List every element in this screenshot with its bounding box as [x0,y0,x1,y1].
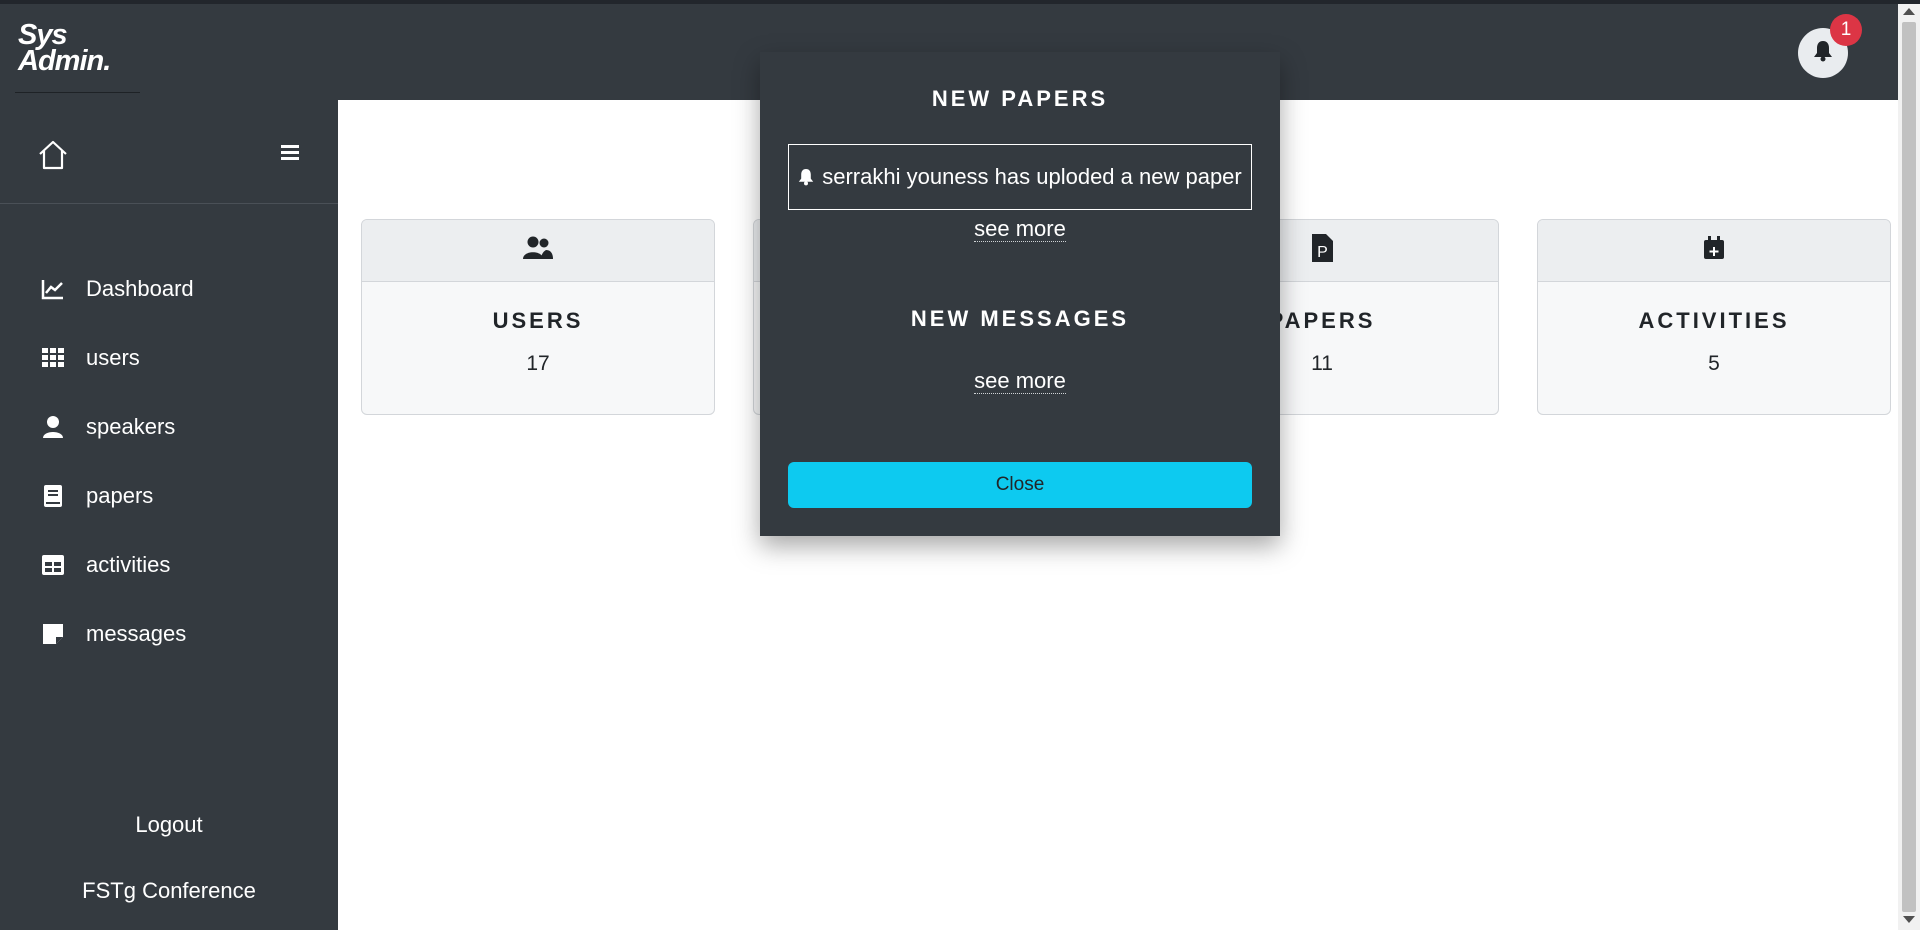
stat-card-activities: ACTIVITIES 5 [1537,219,1891,415]
new-messages-heading: NEW MESSAGES [910,306,1130,331]
notification-count-badge: 1 [1830,14,1862,46]
sidebar-item-papers[interactable]: papers [0,461,338,530]
users-icon [522,235,554,266]
logo-divider [15,92,140,93]
svg-text:P: P [1317,244,1328,261]
scroll-up-arrow-icon[interactable] [1903,8,1915,15]
sidebar-item-users[interactable]: users [0,323,338,392]
table-icon [40,552,66,578]
stat-card-header [362,220,714,282]
stat-card-users: USERS 17 [361,219,715,415]
footer-brand: FSTg Conference [82,878,256,903]
sidebar-divider [0,203,338,204]
stat-card-header [1538,220,1890,282]
menu-toggle-icon[interactable] [278,140,302,164]
bell-icon [798,168,814,186]
see-more-messages-link[interactable]: see more [760,368,1280,394]
app-logo[interactable]: Sys Admin. [18,21,140,92]
logo-line-2: Admin. [18,45,111,77]
sidebar-item-label: papers [86,482,154,508]
scrollbar-thumb[interactable] [1902,22,1916,912]
sidebar-item-speakers[interactable]: speakers [0,392,338,461]
see-more-papers-label[interactable]: see more [974,216,1066,242]
stat-card-value: 5 [1708,352,1720,375]
stat-card-title: USERS [492,308,584,333]
scroll-down-arrow-icon[interactable] [1903,916,1915,923]
chart-line-icon [40,276,66,302]
calendar-plus-icon [1703,236,1725,265]
home-icon[interactable] [36,138,70,172]
close-button[interactable]: Close [788,462,1252,508]
stat-card-value: 17 [526,352,550,375]
see-more-messages-label[interactable]: see more [974,368,1066,394]
sidebar-item-messages[interactable]: messages [0,599,338,668]
user-icon [40,414,66,440]
notifications-popup: NEW PAPERS serrakhi youness has uploded … [760,52,1280,536]
sticky-note-icon [40,621,66,647]
see-more-papers-link[interactable]: see more [760,216,1280,242]
grid-icon [40,345,66,371]
sidebar-item-dashboard[interactable]: Dashboard [0,254,338,323]
new-papers-heading: NEW PAPERS [931,86,1109,111]
stat-card-title: ACTIVITIES [1638,308,1790,333]
book-icon [40,483,66,509]
paper-notification-text: serrakhi youness has uploded a new paper [822,164,1242,189]
sidebar-item-label: Dashboard [86,275,194,301]
sidebar-nav: Dashboard users speakers papers activiti… [0,254,338,668]
bell-icon [1813,40,1833,67]
file-p-icon: P [1310,233,1334,268]
sidebar-item-label: users [86,344,140,370]
sidebar-item-label: messages [86,620,187,646]
sidebar-item-label: activities [86,551,171,577]
paper-notification-item[interactable]: serrakhi youness has uploded a new paper [788,144,1252,210]
sidebar: Sys Admin. Dashboard users speakers pape… [0,4,338,930]
sidebar-item-activities[interactable]: activities [0,530,338,599]
sidebar-item-label: speakers [86,413,176,439]
logout-link[interactable]: Logout [0,812,338,838]
